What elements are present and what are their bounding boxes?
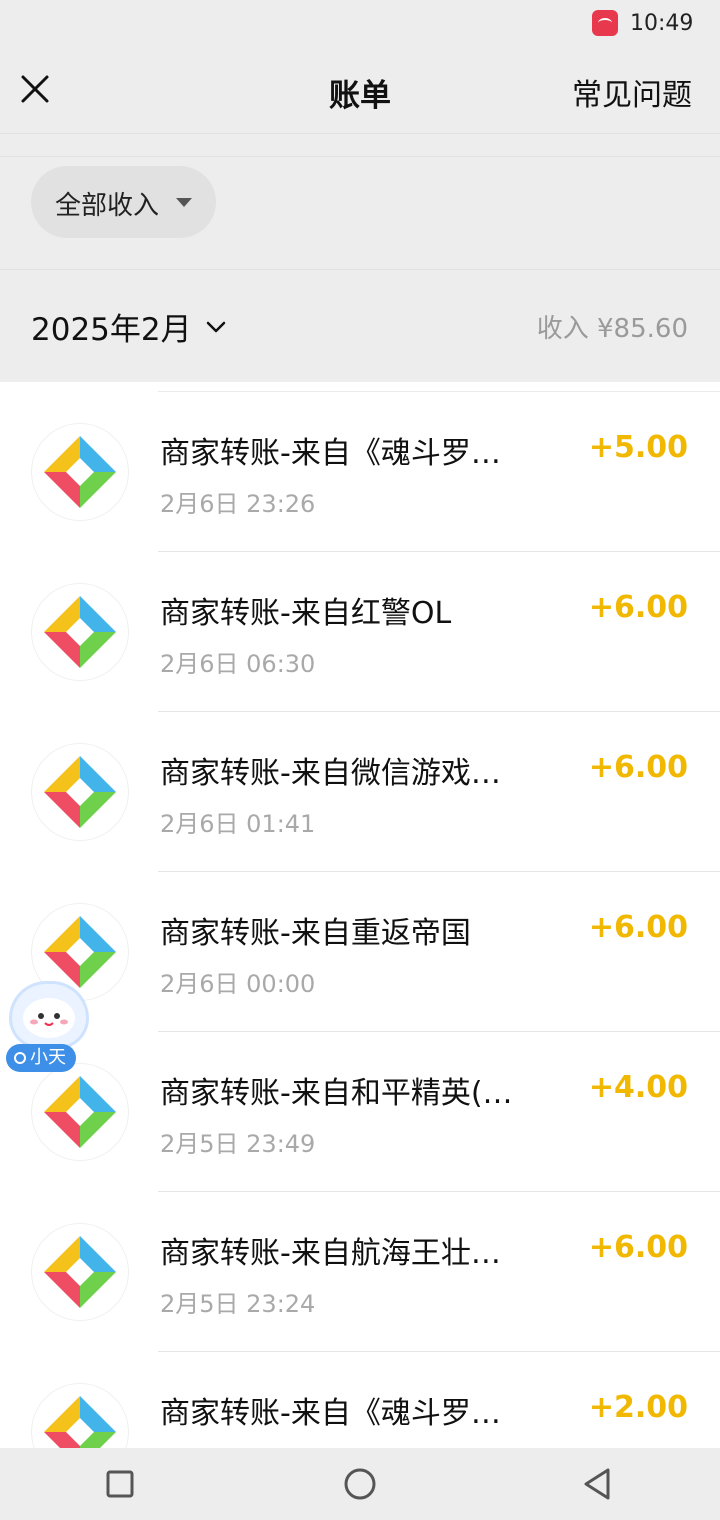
transaction-amount: +6.00 [588,1230,688,1265]
transaction-amount: +4.00 [588,1070,688,1105]
merchant-logo-icon [32,1224,128,1320]
faq-link[interactable]: 常见问题 [572,70,692,114]
assistant-avatar-icon [12,984,86,1046]
huawei-store-icon [592,10,618,36]
transaction-title: 商家转账-来自重返帝国 [160,916,471,951]
income-filter-button[interactable]: 全部收入 [31,166,216,238]
transaction-title: 商家转账-来自航海王壮… [160,1236,501,1271]
caret-down-icon [176,198,192,207]
transaction-time: 2月6日 06:30 [160,650,316,678]
recent-apps-icon[interactable] [102,1466,138,1502]
chevron-down-icon [206,321,225,332]
list-divider [158,382,720,392]
filter-bar: 全部收入 [0,156,720,270]
transaction-time: 2月5日 23:24 [160,1290,316,1318]
transaction-time: 2月6日 01:41 [160,810,316,838]
month-picker[interactable]: 2025年2月 [31,304,227,349]
transaction-row[interactable]: 商家转账-来自重返帝国 2月6日 00:00 +6.00 [0,872,720,1032]
income-summary: 收入 ¥85.60 [536,314,688,344]
month-label: 2025年2月 [31,312,192,348]
transaction-title: 商家转账-来自《魂斗罗… [160,436,501,471]
transaction-time: 2月6日 23:26 [160,490,316,518]
assistant-floating-button[interactable]: 小天 [2,980,98,1076]
transaction-row[interactable]: 商家转账-来自红警OL 2月6日 06:30 +6.00 [0,552,720,712]
transaction-title: 商家转账-来自微信游戏… [160,756,501,791]
merchant-logo-icon [32,1064,128,1160]
merchant-logo-icon [32,424,128,520]
transaction-row[interactable]: 商家转账-来自和平精英(… 2月5日 23:49 +4.00 [0,1032,720,1192]
status-time: 10:49 [630,11,694,36]
transaction-time: 2月5日 23:49 [160,1130,316,1158]
transaction-amount: +6.00 [588,910,688,945]
transaction-row[interactable]: 商家转账-来自航海王壮… 2月5日 23:24 +6.00 [0,1192,720,1352]
system-navigation-bar [0,1448,720,1520]
merchant-logo-icon [32,584,128,680]
transaction-row[interactable]: 商家转账-来自《魂斗罗… +2.00 [0,1352,720,1448]
transaction-amount: +6.00 [588,590,688,625]
assistant-label: 小天 [30,1047,66,1068]
home-icon[interactable] [342,1466,378,1502]
transaction-amount: +6.00 [588,750,688,785]
back-icon[interactable] [580,1466,616,1502]
transaction-title: 商家转账-来自《魂斗罗… [160,1396,501,1431]
transaction-time: 2月6日 00:00 [160,970,316,998]
transaction-title: 商家转账-来自红警OL [160,596,452,631]
close-icon[interactable] [18,72,52,106]
month-header: 2025年2月 收入 ¥85.60 [0,270,720,380]
merchant-logo-icon [32,1384,128,1448]
transaction-row[interactable]: 商家转账-来自微信游戏… 2月6日 01:41 +6.00 [0,712,720,872]
transaction-list: 商家转账-来自《魂斗罗… 2月6日 23:26 +5.00 商家转账-来自红警O… [0,382,720,1448]
transaction-amount: +2.00 [588,1390,688,1425]
merchant-logo-icon [32,744,128,840]
transaction-amount: +5.00 [588,430,688,465]
nav-bar: 账单 常见问题 [0,48,720,134]
status-bar: 10:49 [0,0,720,48]
transaction-title: 商家转账-来自和平精英(… [160,1076,513,1111]
filter-label: 全部收入 [55,191,160,221]
transaction-row[interactable]: 商家转账-来自《魂斗罗… 2月6日 23:26 +5.00 [0,392,720,552]
status-dot-icon [14,1052,26,1064]
assistant-badge: 小天 [6,1044,76,1072]
